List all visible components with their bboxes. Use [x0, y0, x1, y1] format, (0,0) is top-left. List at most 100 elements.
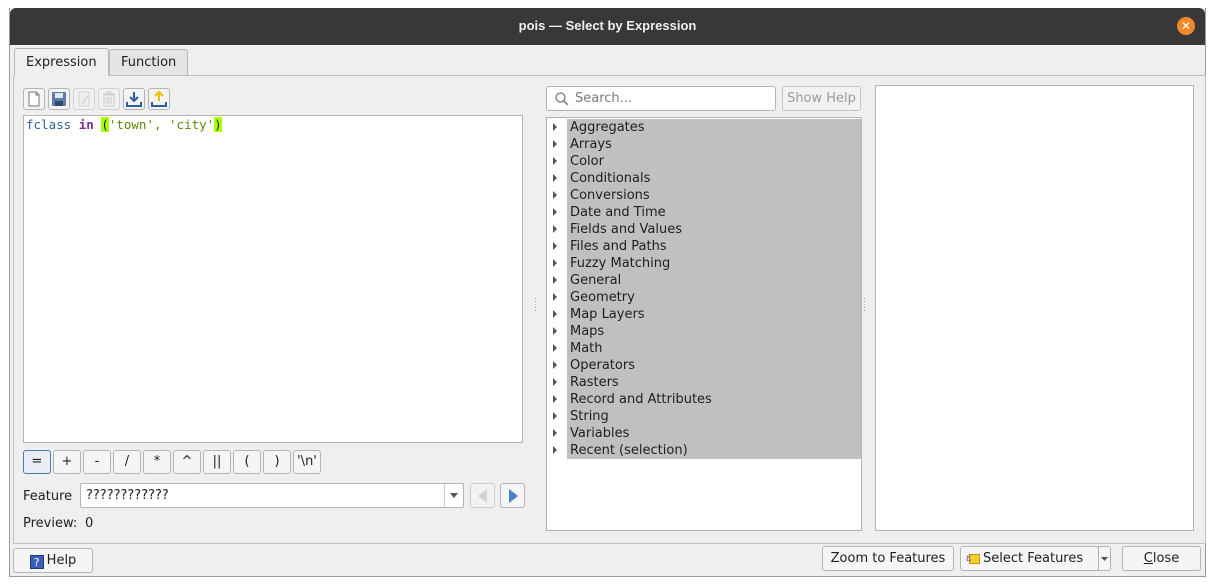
title-bar: pois — Select by Expression ✕: [10, 8, 1205, 45]
function-group-item[interactable]: Fields and Values: [547, 221, 861, 238]
expand-arrow-icon[interactable]: [553, 242, 557, 250]
function-group-item[interactable]: String: [547, 408, 861, 425]
trash-icon: [103, 91, 115, 107]
expression-panel: fclass in ('town', 'city') = + - / * ^ |…: [13, 75, 1206, 544]
expand-arrow-icon[interactable]: [553, 293, 557, 301]
new-expression-button[interactable]: [23, 88, 45, 110]
function-group-item[interactable]: Geometry: [547, 289, 861, 306]
expand-arrow-icon[interactable]: [553, 259, 557, 267]
function-group-label: Rasters: [567, 374, 861, 391]
tab-function-editor[interactable]: Function Editor: [109, 49, 189, 95]
operator-multiply-button[interactable]: *: [143, 450, 171, 474]
function-group-item[interactable]: Rasters: [547, 374, 861, 391]
previous-feature-button[interactable]: [470, 483, 495, 508]
expand-arrow-icon[interactable]: [553, 446, 557, 454]
function-tree: Aggregates Arrays Color Conditionals Convers…: [546, 117, 862, 531]
export-icon: [151, 91, 167, 107]
feature-dropdown-button[interactable]: [444, 484, 463, 507]
import-expression-button[interactable]: [123, 88, 145, 110]
splitter-handle-right[interactable]: [862, 298, 866, 312]
function-help-panel: [875, 85, 1194, 531]
function-group-item[interactable]: Date and Time: [547, 204, 861, 221]
help-button-label: Help: [46, 553, 77, 568]
function-group-item[interactable]: Conditionals: [547, 170, 861, 187]
function-group-label: Fuzzy Matching: [567, 255, 861, 272]
expand-arrow-icon[interactable]: [553, 361, 557, 369]
zoom-to-features-button[interactable]: Zoom to Features: [822, 546, 954, 571]
expand-arrow-icon[interactable]: [553, 140, 557, 148]
expand-arrow-icon[interactable]: [553, 412, 557, 420]
triangle-right-icon: [508, 488, 518, 503]
function-group-item[interactable]: Record and Attributes: [547, 391, 861, 408]
function-group-item[interactable]: Variables: [547, 425, 861, 442]
function-group-item[interactable]: Color: [547, 153, 861, 170]
help-icon: ?: [29, 555, 44, 569]
operator-divide-button[interactable]: /: [113, 450, 141, 474]
expand-arrow-icon[interactable]: [553, 395, 557, 403]
help-button[interactable]: ? Help: [13, 548, 93, 573]
operator-power-button[interactable]: ^: [173, 450, 201, 474]
function-group-label: Map Layers: [567, 306, 861, 323]
preview-value: 0: [85, 516, 94, 531]
function-group-item[interactable]: Recent (selection): [547, 442, 861, 459]
select-features-menu-button[interactable]: [1098, 546, 1111, 571]
function-group-label: Record and Attributes: [567, 391, 861, 408]
expression-values-token: 'town', 'city': [108, 117, 215, 132]
close-icon[interactable]: ✕: [1177, 17, 1195, 35]
function-group-item[interactable]: Map Layers: [547, 306, 861, 323]
operator-concat-button[interactable]: ||: [203, 450, 231, 474]
function-group-item[interactable]: Operators: [547, 357, 861, 374]
export-expression-button[interactable]: [148, 88, 170, 110]
chevron-down-icon: [450, 493, 458, 498]
tab-expression[interactable]: Expression: [14, 48, 109, 76]
function-group-item[interactable]: Files and Paths: [547, 238, 861, 255]
function-group-label: Maps: [567, 323, 861, 340]
close-button[interactable]: Close: [1122, 546, 1201, 571]
splitter-handle-left[interactable]: [533, 298, 537, 312]
feature-label: Feature: [23, 489, 73, 504]
function-group-item[interactable]: Conversions: [547, 187, 861, 204]
expand-arrow-icon[interactable]: [553, 208, 557, 216]
import-icon: [126, 92, 142, 107]
feature-select[interactable]: ????????????: [80, 483, 464, 508]
select-features-button[interactable]: ε Select Features: [960, 546, 1099, 571]
function-group-item[interactable]: Maps: [547, 323, 861, 340]
expand-arrow-icon[interactable]: [553, 276, 557, 284]
expand-arrow-icon[interactable]: [553, 174, 557, 182]
operator-equals-button[interactable]: =: [23, 450, 51, 474]
expression-editor[interactable]: fclass in ('town', 'city'): [23, 115, 523, 443]
save-expression-button[interactable]: [48, 88, 70, 110]
show-help-button[interactable]: Show Help: [782, 86, 861, 111]
operator-close-paren-button[interactable]: ): [263, 450, 291, 474]
function-group-item[interactable]: Fuzzy Matching: [547, 255, 861, 272]
expand-arrow-icon[interactable]: [553, 225, 557, 233]
close-button-label: lose: [1152, 551, 1180, 566]
save-icon: [52, 92, 66, 106]
operator-newline-button[interactable]: '\n': [293, 450, 321, 474]
expand-arrow-icon[interactable]: [553, 378, 557, 386]
operator-plus-button[interactable]: +: [53, 450, 81, 474]
expand-arrow-icon[interactable]: [553, 344, 557, 352]
function-group-label: Conversions: [567, 187, 861, 204]
close-mnemonic: C: [1143, 551, 1153, 566]
operator-minus-button[interactable]: -: [83, 450, 111, 474]
function-group-item[interactable]: Aggregates: [547, 119, 861, 136]
function-search-input[interactable]: Search...: [546, 86, 776, 111]
function-group-label: Arrays: [567, 136, 861, 153]
function-group-item[interactable]: Arrays: [547, 136, 861, 153]
expand-arrow-icon[interactable]: [553, 157, 557, 165]
expand-arrow-icon[interactable]: [553, 310, 557, 318]
expand-arrow-icon[interactable]: [553, 123, 557, 131]
window-title: pois — Select by Expression: [518, 18, 697, 33]
function-group-item[interactable]: Math: [547, 340, 861, 357]
function-group-item[interactable]: General: [547, 272, 861, 289]
function-group-label: Math: [567, 340, 861, 357]
expand-arrow-icon[interactable]: [553, 327, 557, 335]
expand-arrow-icon[interactable]: [553, 429, 557, 437]
edit-expression-button[interactable]: [73, 88, 95, 110]
next-feature-button[interactable]: [500, 483, 525, 508]
delete-expression-button[interactable]: [98, 88, 120, 110]
expand-arrow-icon[interactable]: [553, 191, 557, 199]
operator-open-paren-button[interactable]: (: [233, 450, 261, 474]
feature-select-value: ????????????: [86, 488, 169, 503]
